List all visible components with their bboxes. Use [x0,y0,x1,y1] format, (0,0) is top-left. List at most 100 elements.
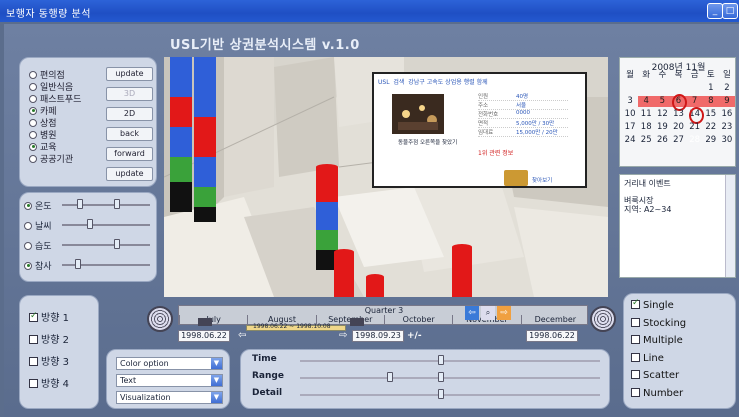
checkbox-icon[interactable] [631,335,640,344]
view-type-option[interactable]: Line [631,352,664,364]
radio-icon[interactable] [29,70,37,79]
control-slider-track[interactable] [300,394,600,396]
slider-thumb[interactable] [438,372,444,382]
calendar-day[interactable]: 15 [703,109,719,120]
option-select[interactable]: Color option ▼ [116,357,223,370]
direction-option[interactable]: 방향 4 [29,375,69,390]
radio-icon[interactable] [29,106,37,115]
view-type-option[interactable]: Scatter [631,370,679,381]
slider-thumb[interactable] [113,199,120,209]
calendar-day[interactable]: 16 [719,109,735,120]
radio-icon[interactable] [29,142,37,151]
calendar-day[interactable]: 1 [703,83,719,94]
chevron-down-icon[interactable]: ▼ [211,392,222,403]
calendar-day[interactable]: 10 [622,109,638,120]
calendar-day[interactable]: 20 [670,122,686,133]
arrow-left-icon[interactable]: ⇦ [238,330,246,341]
timeline-month[interactable]: October [383,315,452,325]
control-slider-track[interactable] [300,377,600,379]
checkbox-icon[interactable] [631,387,640,397]
view-button[interactable]: forward [106,147,153,161]
radio-icon[interactable] [24,201,32,210]
calendar-day[interactable]: 26 [654,135,670,146]
slider-thumb[interactable] [74,259,81,269]
events-panel[interactable]: 거리내 이벤트 벼룩시장 지역: A2~34 [619,174,736,278]
calendar-day[interactable]: 6 [670,94,688,111]
nav-prev-icon[interactable]: ⇦ [465,306,479,320]
timeline-mid-date[interactable]: 1998.09.23 [352,330,404,342]
timeline-start-date[interactable]: 1998.06.22 [178,330,230,342]
calendar-day[interactable]: 19 [654,122,670,133]
view-button[interactable]: update [106,67,153,81]
radio-icon[interactable] [24,261,32,270]
calendar-day[interactable]: 12 [654,109,670,120]
zoom-icon[interactable]: ⌕ [481,306,495,320]
calendar-day[interactable]: 18 [638,122,654,133]
environment-option[interactable]: 온도 [24,199,52,212]
slider-thumb[interactable] [387,372,393,382]
view-type-option[interactable]: Multiple [631,335,683,346]
chevron-down-icon[interactable]: ▼ [211,375,222,386]
timeline-month[interactable]: December [520,315,589,325]
timeline-jog-left-icon[interactable] [147,306,173,332]
option-select[interactable]: Text ▼ [116,374,223,387]
environment-option[interactable]: 날씨 [24,219,52,232]
calendar-day[interactable]: 17 [622,122,638,133]
calendar-day[interactable]: 30 [719,135,735,146]
view-button[interactable]: back [106,127,153,141]
calendar-day[interactable]: 24 [622,135,638,146]
arrow-right-icon[interactable]: ⇨ [339,330,347,341]
calendar-day[interactable]: 21 [687,122,703,133]
maximize-button[interactable]: □ [722,3,738,19]
radio-icon[interactable] [24,241,32,250]
calendar-day[interactable]: 7 [686,96,703,107]
calendar-day[interactable]: 3 [622,96,638,107]
plus-minus-button[interactable]: +/- [407,331,422,341]
view-type-option[interactable]: Number [631,387,683,399]
radio-icon[interactable] [29,118,37,127]
calendar-day[interactable]: 4 [638,96,655,107]
slider-thumb[interactable] [87,219,94,229]
calendar[interactable]: 2008년 11월 월 화 수 목 금 토 일 1 2 3 4 5 6 7 8 9 10 11 12 13 14 15 16… [619,57,736,167]
calendar-day[interactable]: 11 [638,109,654,120]
checkbox-icon[interactable] [631,370,640,379]
checkbox-icon[interactable] [631,317,640,327]
environment-slider-track[interactable] [62,204,150,206]
timeline-end-handle[interactable] [350,318,364,326]
radio-icon[interactable] [29,94,37,103]
timeline-end-date[interactable]: 1998.06.22 [526,330,578,342]
calendar-day[interactable]: 23 [719,122,735,133]
nav-next-icon[interactable]: ⇨ [497,306,511,320]
radio-icon[interactable] [24,221,32,230]
checkbox-icon[interactable] [29,311,38,322]
radio-icon[interactable] [29,154,37,163]
minimize-button[interactable]: _ [707,3,723,19]
timeline-month[interactable]: July [179,315,247,325]
environment-slider-track[interactable] [62,244,150,246]
category-option[interactable]: 공공기관 [29,152,73,165]
radio-icon[interactable] [29,130,37,139]
environment-slider-track[interactable] [62,224,150,226]
popup-footer-link[interactable]: 찾아보기 [532,176,552,184]
view-type-option[interactable]: Single [631,298,674,311]
direction-option[interactable]: 방향 3 [29,353,69,368]
calendar-day[interactable]: 28 [687,134,703,146]
checkbox-icon[interactable] [29,357,38,366]
view-button[interactable]: 2D [106,107,153,121]
checkbox-icon[interactable] [631,298,640,309]
control-slider-track[interactable] [300,360,600,362]
slider-thumb[interactable] [113,239,120,249]
checkbox-icon[interactable] [29,379,38,388]
view-type-option[interactable]: Stocking [631,317,686,329]
checkbox-icon[interactable] [29,335,38,344]
calendar-day[interactable]: 27 [670,135,686,146]
timeline-jog-right-icon[interactable] [590,306,616,332]
calendar-day[interactable]: 8 [702,96,719,107]
slider-thumb[interactable] [438,355,444,365]
option-select[interactable]: Visualization ▼ [116,391,223,404]
direction-option[interactable]: 방향 2 [29,331,69,346]
calendar-day[interactable]: 29 [703,135,719,146]
environment-option[interactable]: 참사 [24,259,52,272]
calendar-day[interactable]: 5 [654,96,671,107]
view-button[interactable]: update [106,167,153,181]
